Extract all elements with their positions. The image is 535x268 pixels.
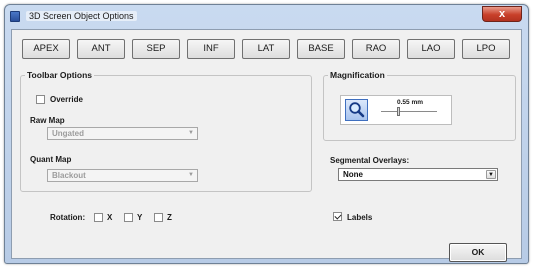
rotation-z-checkbox[interactable] — [154, 213, 163, 222]
view-button-lat[interactable]: LAT — [242, 39, 290, 59]
labels-label: Labels — [347, 213, 373, 222]
chevron-down-icon[interactable]: ▼ — [486, 170, 496, 179]
raw-map-value: Ungated — [52, 129, 84, 138]
rotation-x-checkbox[interactable] — [94, 213, 103, 222]
override-label: Override — [50, 95, 83, 104]
app-icon — [10, 11, 20, 22]
magnification-value: 0.55 mm — [397, 99, 424, 106]
toolbar-options-label: Toolbar Options — [25, 70, 95, 80]
close-button[interactable]: x — [482, 6, 522, 22]
quant-map-select: Blackout ▼ — [47, 169, 198, 182]
quant-map-value: Blackout — [52, 171, 86, 180]
raw-map-select: Ungated ▼ — [47, 127, 198, 140]
magnification-label: Magnification — [328, 70, 387, 80]
raw-map-label: Raw Map — [30, 116, 65, 125]
view-button-lao[interactable]: LAO — [407, 39, 455, 59]
labels-checkbox[interactable] — [333, 212, 342, 221]
view-button-sep[interactable]: SEP — [132, 39, 180, 59]
view-button-lpo[interactable]: LPO — [462, 39, 510, 59]
override-checkbox[interactable] — [36, 95, 45, 104]
segmental-overlays-value: None — [343, 170, 363, 179]
view-button-apex[interactable]: APEX — [22, 39, 70, 59]
view-button-inf[interactable]: INF — [187, 39, 235, 59]
chevron-down-icon: ▼ — [188, 172, 194, 178]
ok-button[interactable]: OK — [449, 243, 507, 262]
rotation-label: Rotation: — [50, 213, 86, 222]
chevron-down-icon: ▼ — [188, 130, 194, 136]
view-button-base[interactable]: BASE — [297, 39, 345, 59]
rotation-z-label: Z — [167, 213, 172, 222]
magnification-slider-thumb[interactable] — [397, 107, 400, 116]
magnification-panel: 0.55 mm — [340, 95, 452, 125]
rotation-x-label: X — [107, 213, 113, 222]
dialog-window: 3D Screen Object Options x APEX ANT SEP … — [4, 4, 529, 264]
magnification-slider-track[interactable] — [381, 111, 437, 112]
view-button-rao[interactable]: RAO — [352, 39, 400, 59]
window-title: 3D Screen Object Options — [26, 11, 137, 21]
rotation-y-checkbox[interactable] — [124, 213, 133, 222]
dialog-client-area: APEX ANT SEP INF LAT BASE RAO LAO LPO To… — [11, 29, 522, 262]
zoom-magnifier-icon[interactable] — [345, 99, 368, 121]
title-bar[interactable]: 3D Screen Object Options x — [5, 5, 528, 27]
segmental-overlays-label: Segmental Overlays: — [330, 156, 410, 165]
rotation-y-label: Y — [137, 213, 143, 222]
quant-map-label: Quant Map — [30, 155, 72, 164]
magnification-group: Magnification 0.55 mm — [323, 70, 516, 141]
segmental-overlays-select[interactable]: None ▼ — [338, 168, 498, 181]
view-button-ant[interactable]: ANT — [77, 39, 125, 59]
